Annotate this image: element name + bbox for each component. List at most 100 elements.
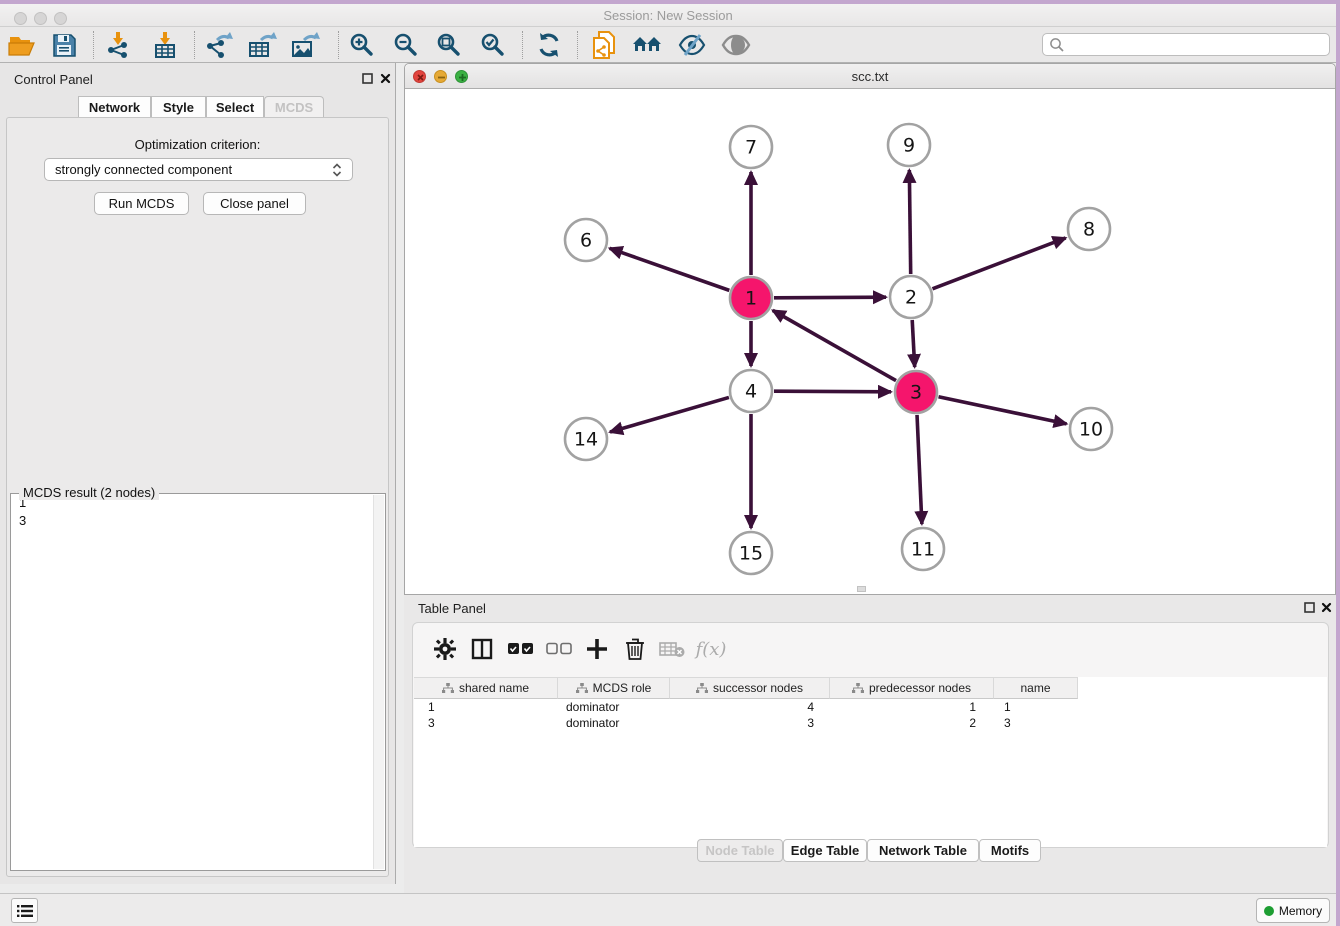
graph-edge-3-11[interactable]: [917, 415, 922, 524]
network-window-titlebar[interactable]: scc.txt: [405, 64, 1335, 89]
first-neighbors-houses-icon[interactable]: [631, 30, 665, 60]
tab-select[interactable]: Select: [206, 96, 264, 118]
table-cell[interactable]: 3: [414, 715, 558, 731]
graph-node-7[interactable]: 7: [730, 126, 772, 168]
table-cell[interactable]: dominator: [558, 715, 670, 731]
tab-node-table[interactable]: Node Table: [697, 839, 783, 862]
svg-text:3: 3: [910, 382, 922, 404]
select-all-checkboxes-icon[interactable]: [505, 634, 537, 664]
add-column-icon[interactable]: [581, 634, 613, 664]
table-cell[interactable]: 1: [830, 699, 994, 715]
show-panels-eye-icon[interactable]: [719, 30, 753, 60]
table-cell[interactable]: 3: [994, 715, 1078, 731]
svg-text:15: 15: [739, 543, 763, 565]
window-title: Session: New Session: [0, 8, 1336, 23]
node-table-container: f(x) shared nameMCDS rolesuccessor nodes…: [412, 622, 1329, 848]
delete-column-trash-icon[interactable]: [619, 634, 651, 664]
graph-edge-4-14[interactable]: [610, 397, 729, 432]
graph-edge-2-3[interactable]: [912, 320, 914, 367]
column-header-predecessor-nodes[interactable]: predecessor nodes: [830, 677, 994, 699]
tab-network-table[interactable]: Network Table: [867, 839, 979, 862]
graph-node-14[interactable]: 14: [565, 418, 607, 460]
refresh-layout-icon[interactable]: [532, 30, 566, 60]
hide-panels-eye-slash-icon[interactable]: [675, 30, 709, 60]
result-line: 3: [11, 512, 385, 530]
svg-text:6: 6: [580, 230, 592, 252]
node-table[interactable]: shared nameMCDS rolesuccessor nodesprede…: [414, 677, 1327, 847]
save-session-icon[interactable]: [47, 30, 81, 60]
tab-network[interactable]: Network: [78, 96, 151, 118]
column-header-successor-nodes[interactable]: successor nodes: [670, 677, 830, 699]
optimization-criterion-select[interactable]: strongly connected component: [44, 158, 353, 181]
table-cell[interactable]: 4: [670, 699, 830, 715]
settings-gear-icon[interactable]: [429, 634, 461, 664]
graph-node-2[interactable]: 2: [890, 276, 932, 318]
table-panel: Table Panel f(x) shared nam: [404, 595, 1336, 893]
graph-node-6[interactable]: 6: [565, 219, 607, 261]
task-history-button[interactable]: [11, 898, 38, 923]
graph-edge-3-1[interactable]: [773, 310, 896, 380]
delete-table-icon[interactable]: [656, 634, 688, 664]
table-cell[interactable]: 1: [414, 699, 558, 715]
import-table-icon[interactable]: [148, 30, 182, 60]
deselect-all-checkboxes-icon[interactable]: [543, 634, 575, 664]
export-network-icon[interactable]: [201, 30, 235, 60]
column-header-MCDS-role[interactable]: MCDS role: [558, 677, 670, 699]
graph-edge-2-9[interactable]: [909, 170, 910, 274]
graph-node-9[interactable]: 9: [888, 124, 930, 166]
function-builder-icon: f(x): [691, 634, 731, 664]
tab-style[interactable]: Style: [151, 96, 206, 118]
duplicate-network-icon[interactable]: [587, 30, 621, 60]
zoom-in-icon[interactable]: [345, 30, 379, 60]
toolbar-divider: [522, 31, 523, 59]
zoom-fit-icon[interactable]: [432, 30, 466, 60]
float-panel-icon[interactable]: [361, 72, 374, 85]
svg-text:2: 2: [905, 287, 917, 309]
graph-node-11[interactable]: 11: [902, 528, 944, 570]
close-panel-icon[interactable]: [379, 72, 392, 85]
graph-node-4[interactable]: 4: [730, 370, 772, 412]
desktop-background-strip: [1336, 4, 1340, 926]
control-panel: Control Panel Network Style Select MCDS …: [0, 63, 396, 884]
split-columns-icon[interactable]: [466, 634, 498, 664]
network-canvas[interactable]: 7 9 6 8 1 2 4 3 14 10 15 11: [405, 89, 1335, 594]
tab-edge-table[interactable]: Edge Table: [783, 839, 867, 862]
zoom-selected-icon[interactable]: [476, 30, 510, 60]
column-header-name[interactable]: name: [994, 677, 1078, 699]
graph-edge-3-10[interactable]: [939, 397, 1067, 424]
network-graph: 7 9 6 8 1 2 4 3 14 10 15 11: [405, 89, 1335, 595]
graph-node-8[interactable]: 8: [1068, 208, 1110, 250]
search-input[interactable]: [1042, 33, 1330, 56]
memory-button[interactable]: Memory: [1256, 898, 1330, 923]
tab-mcds[interactable]: MCDS: [264, 96, 324, 118]
table-cell[interactable]: 1: [994, 699, 1078, 715]
graph-edge-4-3[interactable]: [774, 391, 891, 392]
close-table-panel-icon[interactable]: [1320, 601, 1333, 614]
svg-text:8: 8: [1083, 219, 1095, 241]
column-header-shared-name[interactable]: shared name: [414, 677, 558, 699]
graph-node-10[interactable]: 10: [1070, 408, 1112, 450]
export-image-icon[interactable]: [288, 30, 322, 60]
tab-motifs[interactable]: Motifs: [979, 839, 1041, 862]
zoom-out-icon[interactable]: [389, 30, 423, 60]
import-network-icon[interactable]: [101, 30, 135, 60]
graph-edge-1-6[interactable]: [610, 248, 730, 290]
export-table-icon[interactable]: [245, 30, 279, 60]
status-bar: Memory: [0, 893, 1336, 926]
app-titlebar: Session: New Session: [0, 4, 1336, 27]
run-mcds-button[interactable]: Run MCDS: [94, 192, 189, 215]
graph-edge-2-8[interactable]: [932, 238, 1065, 289]
graph-node-3[interactable]: 3: [895, 371, 937, 413]
table-cell[interactable]: 3: [670, 715, 830, 731]
graph-edge-1-2[interactable]: [774, 297, 886, 298]
close-panel-button[interactable]: Close panel: [203, 192, 306, 215]
open-session-icon[interactable]: [5, 30, 39, 60]
canvas-resize-grip[interactable]: [857, 586, 866, 592]
float-table-panel-icon[interactable]: [1303, 601, 1316, 614]
graph-node-15[interactable]: 15: [730, 532, 772, 574]
table-cell[interactable]: 2: [830, 715, 994, 731]
result-scrollbar[interactable]: [373, 495, 384, 869]
memory-status-dot: [1264, 906, 1274, 916]
table-cell[interactable]: dominator: [558, 699, 670, 715]
graph-node-1[interactable]: 1: [730, 277, 772, 319]
